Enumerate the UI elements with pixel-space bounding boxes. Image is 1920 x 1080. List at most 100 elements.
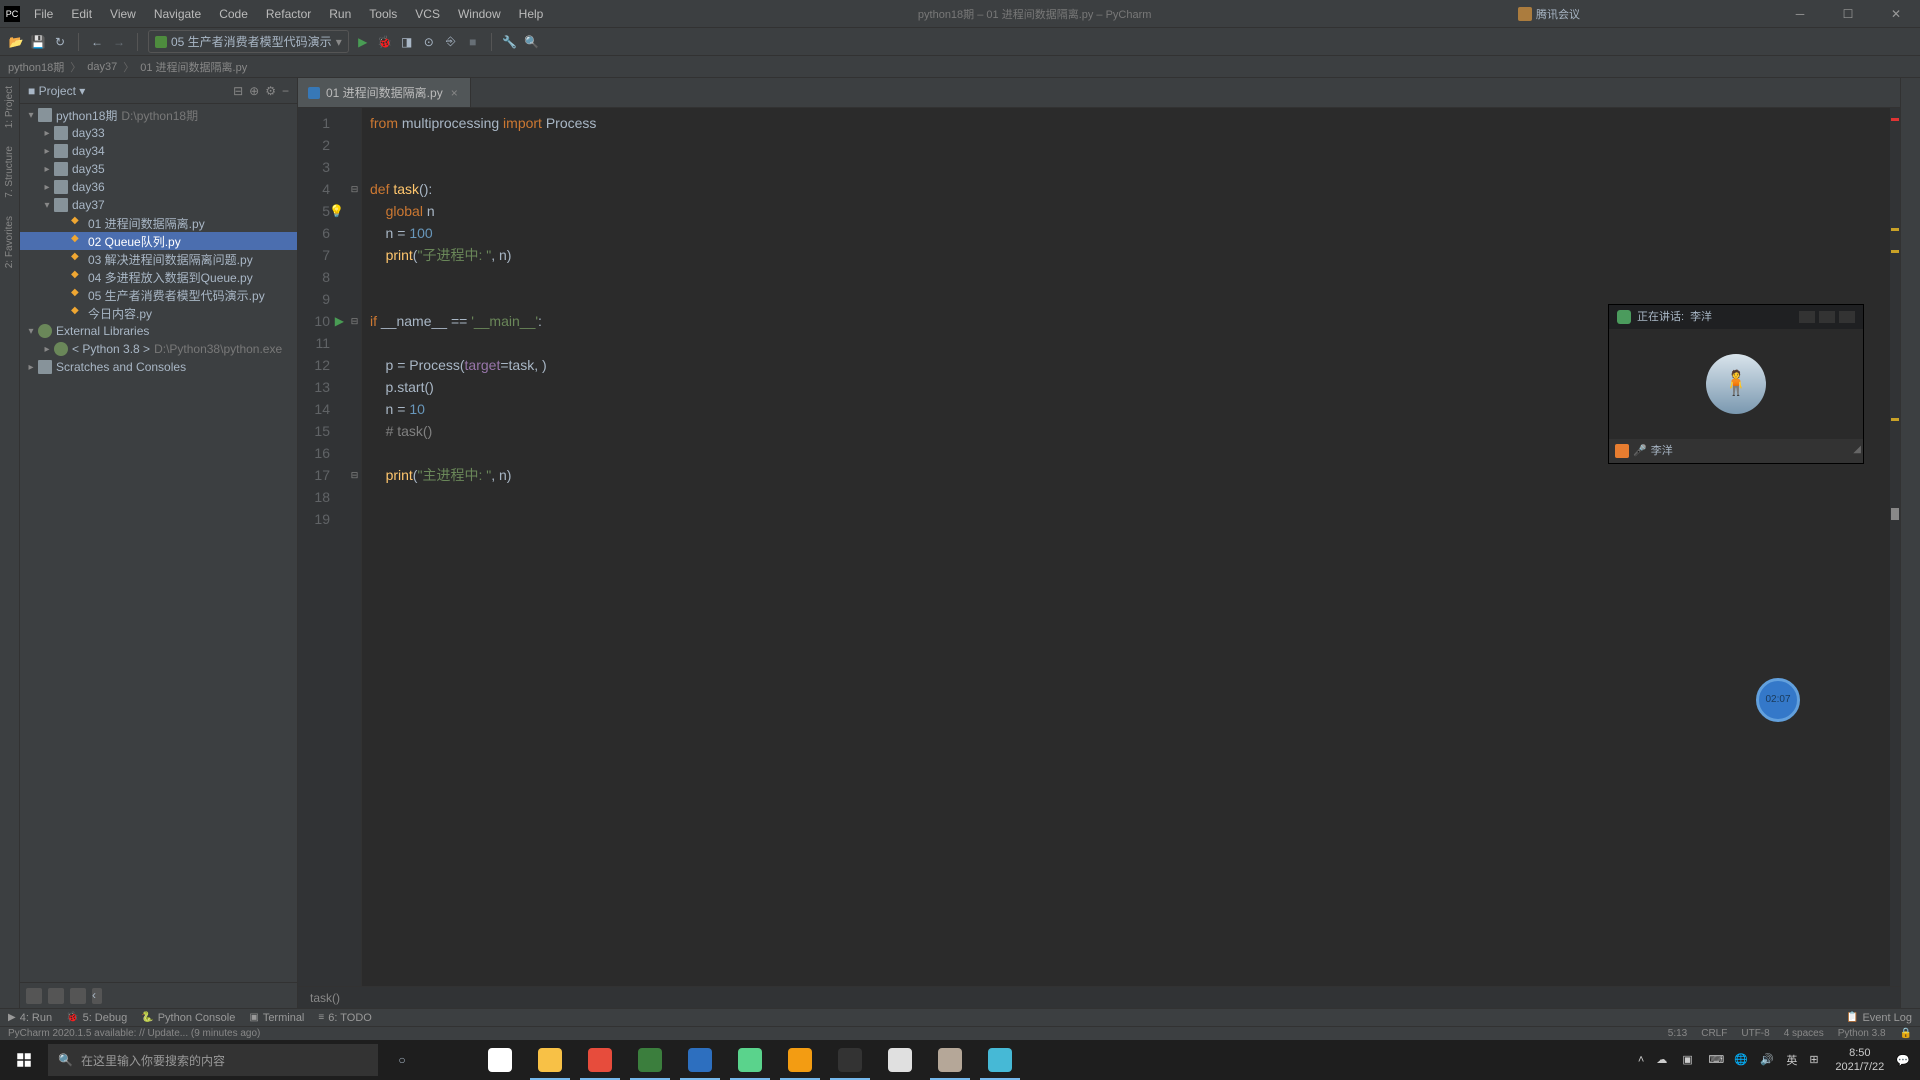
run-button[interactable]: ▶ bbox=[355, 34, 371, 50]
line-ending[interactable]: CRLF bbox=[1701, 1028, 1727, 1039]
breadcrumb-item[interactable]: day37 bbox=[87, 61, 117, 73]
gutter[interactable]: 12345💡678910▶111213141516171819 bbox=[298, 108, 348, 986]
error-stripe[interactable] bbox=[1890, 108, 1900, 986]
tool-tab[interactable]: ▣Terminal bbox=[249, 1012, 304, 1024]
menu-file[interactable]: File bbox=[26, 3, 61, 25]
tray-icon[interactable]: 🌐 bbox=[1734, 1053, 1748, 1067]
tab-close-icon[interactable]: × bbox=[449, 86, 460, 100]
taskbar-app[interactable] bbox=[976, 1040, 1024, 1080]
minimize-button[interactable]: ─ bbox=[1780, 7, 1820, 21]
tray-chevron-icon[interactable]: ˄ bbox=[1638, 1054, 1644, 1066]
side-tab[interactable]: 2: Favorites bbox=[4, 212, 15, 272]
attach-button[interactable]: ⎆ bbox=[443, 34, 459, 50]
resize-grip-icon[interactable]: ◢ bbox=[1853, 439, 1861, 461]
tool-tab[interactable]: ▶4: Run bbox=[8, 1012, 52, 1024]
meeting-overlay[interactable]: 正在讲话: 李洋 🧍 🎤 李洋 ◢ bbox=[1608, 304, 1864, 464]
tree-item[interactable]: 03 解决进程间数据隔离问题.py bbox=[20, 250, 297, 268]
meeting-control-icon[interactable] bbox=[1819, 311, 1835, 323]
project-tree[interactable]: ▾python18期D:\python18期▸day33▸day34▸day35… bbox=[20, 104, 297, 982]
tool-tab[interactable]: 🐍Python Console bbox=[141, 1012, 235, 1024]
tray-icon[interactable]: ⊞ bbox=[1809, 1053, 1823, 1067]
taskbar-clock[interactable]: 8:50 2021/7/22 bbox=[1835, 1046, 1884, 1074]
overlay-app-indicator[interactable]: 腾讯会议 bbox=[1518, 6, 1580, 22]
file-encoding[interactable]: UTF-8 bbox=[1741, 1028, 1769, 1039]
tool-tab[interactable]: ≡6: TODO bbox=[318, 1012, 371, 1024]
menu-view[interactable]: View bbox=[102, 3, 144, 25]
tree-item[interactable]: ▾External Libraries bbox=[20, 322, 297, 340]
tree-item[interactable]: 02 Queue队列.py bbox=[20, 232, 297, 250]
profile-button[interactable]: ⊙ bbox=[421, 34, 437, 50]
caret-position[interactable]: 5:13 bbox=[1668, 1028, 1687, 1039]
menu-navigate[interactable]: Navigate bbox=[146, 3, 209, 25]
menu-refactor[interactable]: Refactor bbox=[258, 3, 319, 25]
tool-icon[interactable] bbox=[70, 988, 86, 1004]
tree-item[interactable]: ▸Scratches and Consoles bbox=[20, 358, 297, 376]
code-content[interactable]: from multiprocessing import Processdef t… bbox=[362, 108, 1900, 986]
taskbar-app[interactable] bbox=[726, 1040, 774, 1080]
recording-timer[interactable]: 02:07 bbox=[1756, 678, 1800, 722]
collapse-all-icon[interactable]: ⊟ bbox=[233, 84, 243, 98]
settings-icon[interactable]: ⚙ bbox=[265, 84, 276, 98]
tree-item[interactable]: ▸< Python 3.8 >D:\Python38\python.exe bbox=[20, 340, 297, 358]
editor-tab[interactable]: 01 进程间数据隔离.py × bbox=[298, 78, 471, 107]
taskbar-app[interactable] bbox=[676, 1040, 724, 1080]
tree-item[interactable]: ▸day36 bbox=[20, 178, 297, 196]
search-button[interactable]: 🔍 bbox=[524, 34, 540, 50]
cortana-icon[interactable]: ○ bbox=[378, 1053, 426, 1067]
tree-item[interactable]: ▾python18期D:\python18期 bbox=[20, 106, 297, 124]
run-config-select[interactable]: 05 生产者消费者模型代码演示 ▾ bbox=[148, 30, 349, 53]
interpreter[interactable]: Python 3.8 bbox=[1838, 1028, 1886, 1039]
breadcrumb-item[interactable]: 01 进程间数据隔离.py bbox=[140, 59, 247, 75]
code-editor[interactable]: 12345💡678910▶111213141516171819 ⊟⊟⊟ from… bbox=[298, 108, 1900, 986]
taskbar-app[interactable] bbox=[926, 1040, 974, 1080]
tool-tab[interactable]: 🐞5: Debug bbox=[66, 1012, 127, 1024]
open-icon[interactable]: 📂 bbox=[8, 34, 24, 50]
start-button[interactable] bbox=[0, 1040, 48, 1080]
taskbar-app[interactable] bbox=[876, 1040, 924, 1080]
tool-icon[interactable] bbox=[26, 988, 42, 1004]
hide-icon[interactable]: − bbox=[282, 84, 289, 98]
menu-edit[interactable]: Edit bbox=[63, 3, 100, 25]
menu-window[interactable]: Window bbox=[450, 3, 509, 25]
side-tab[interactable]: 7. Structure bbox=[4, 142, 15, 202]
notifications-icon[interactable]: 💬 bbox=[1896, 1054, 1910, 1067]
side-tab[interactable]: 1: Project bbox=[4, 82, 15, 132]
lock-icon[interactable]: 🔒 bbox=[1900, 1028, 1912, 1039]
settings-button[interactable]: 🔧 bbox=[502, 34, 518, 50]
tree-item[interactable]: 今日内容.py bbox=[20, 304, 297, 322]
tree-item[interactable]: ▸day34 bbox=[20, 142, 297, 160]
tree-item[interactable]: ▾day37 bbox=[20, 196, 297, 214]
meeting-control-icon[interactable] bbox=[1839, 311, 1855, 323]
tree-item[interactable]: ▸day35 bbox=[20, 160, 297, 178]
tree-item[interactable]: 05 生产者消费者模型代码演示.py bbox=[20, 286, 297, 304]
menu-code[interactable]: Code bbox=[211, 3, 256, 25]
back-icon[interactable]: ← bbox=[89, 34, 105, 50]
tool-icon[interactable] bbox=[48, 988, 64, 1004]
taskbar-app[interactable] bbox=[476, 1040, 524, 1080]
meeting-control-icon[interactable] bbox=[1799, 311, 1815, 323]
status-message[interactable]: PyCharm 2020.1.5 available: // Update...… bbox=[8, 1028, 260, 1039]
menu-tools[interactable]: Tools bbox=[361, 3, 405, 25]
editor-breadcrumb[interactable]: task() bbox=[298, 986, 1900, 1008]
select-opened-icon[interactable]: ⊕ bbox=[249, 84, 259, 98]
coverage-button[interactable]: ◨ bbox=[399, 34, 415, 50]
taskbar-app[interactable] bbox=[826, 1040, 874, 1080]
taskbar-app[interactable] bbox=[776, 1040, 824, 1080]
close-button[interactable]: ✕ bbox=[1876, 7, 1916, 21]
tree-item[interactable]: ▸day33 bbox=[20, 124, 297, 142]
refresh-icon[interactable]: ↻ bbox=[52, 34, 68, 50]
tray-icon[interactable]: ⌨ bbox=[1708, 1053, 1722, 1067]
taskbar-search[interactable]: 🔍 在这里输入你要搜索的内容 bbox=[48, 1044, 378, 1076]
breadcrumb-item[interactable]: python18期 bbox=[8, 59, 64, 75]
menu-run[interactable]: Run bbox=[321, 3, 359, 25]
tray-icon[interactable]: ☁ bbox=[1656, 1053, 1670, 1067]
tool-tab-event-log[interactable]: 📋Event Log bbox=[1846, 1012, 1912, 1024]
indent-setting[interactable]: 4 spaces bbox=[1784, 1028, 1824, 1039]
tray-icon[interactable]: ▣ bbox=[1682, 1053, 1696, 1067]
taskbar-app[interactable] bbox=[576, 1040, 624, 1080]
volume-icon[interactable]: 🔊 bbox=[1760, 1053, 1774, 1067]
menu-vcs[interactable]: VCS bbox=[407, 3, 448, 25]
tool-collapse-icon[interactable]: ‹ bbox=[92, 988, 102, 1004]
taskbar-app[interactable] bbox=[526, 1040, 574, 1080]
debug-button[interactable]: 🐞 bbox=[377, 34, 393, 50]
